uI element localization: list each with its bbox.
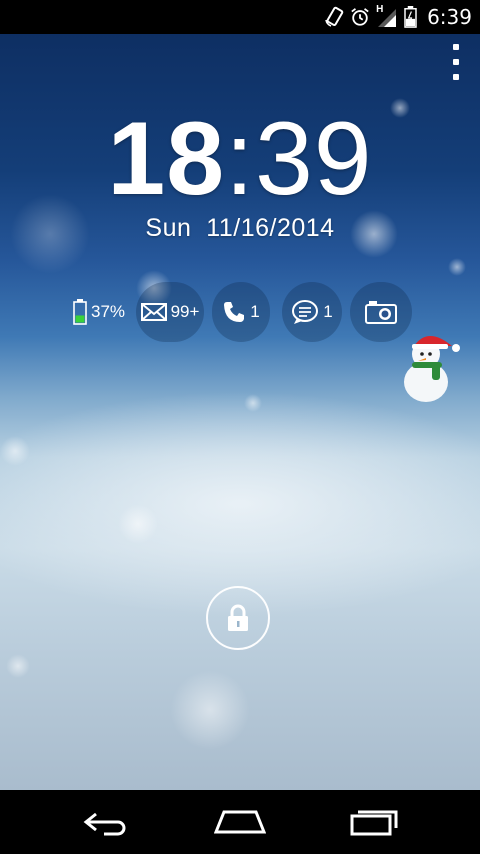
snowflake-bokeh <box>170 670 250 750</box>
battery-percent: 37% <box>90 302 126 321</box>
mail-shortcut[interactable]: 99+ <box>136 282 204 342</box>
unlock-button[interactable] <box>206 586 270 650</box>
clock-hours: 18 <box>107 101 226 217</box>
snowflake-bokeh <box>118 504 158 544</box>
battery-icon <box>404 6 417 28</box>
snowflake-bokeh <box>0 436 30 466</box>
clock-separator: : <box>225 101 255 217</box>
status-icons: H 6:39 <box>324 4 472 30</box>
recents-button[interactable] <box>338 800 410 844</box>
snowflake-bokeh <box>448 258 466 276</box>
recents-icon <box>350 810 398 836</box>
lockscreen-date: Sun 11/16/2014 <box>145 214 335 242</box>
snowflake-bokeh <box>6 654 30 678</box>
home-button[interactable] <box>204 800 276 844</box>
back-button[interactable] <box>70 800 142 844</box>
battery-icon <box>73 299 87 325</box>
camera-shortcut[interactable] <box>350 282 412 342</box>
call-count: 1 <box>250 302 260 321</box>
camera-icon <box>365 301 397 324</box>
navigation-bar <box>0 790 480 854</box>
status-time: 6:39 <box>427 5 472 29</box>
lockscreen-clock: 18:39 <box>0 104 480 214</box>
clock-minutes: 39 <box>254 101 373 217</box>
lock-icon <box>228 604 248 631</box>
notification-shortcuts: 37% 99+ 1 1 <box>0 282 480 342</box>
battery-shortcut: 37% <box>64 282 134 342</box>
message-icon <box>292 300 319 324</box>
back-icon <box>83 812 126 836</box>
mail-count: 99+ <box>170 302 200 321</box>
overflow-menu-icon[interactable] <box>446 44 466 80</box>
rotation-icon <box>325 6 344 27</box>
signal-icon: H <box>376 4 398 28</box>
mail-icon <box>140 303 167 321</box>
message-shortcut[interactable]: 1 <box>282 282 342 342</box>
snowflake-bokeh <box>244 394 262 412</box>
status-bar: H 6:39 <box>0 0 480 34</box>
home-icon <box>214 810 266 834</box>
phone-icon <box>224 302 245 322</box>
message-count: 1 <box>323 302 333 321</box>
call-shortcut[interactable]: 1 <box>212 282 270 342</box>
alarm-icon <box>351 8 369 26</box>
lockscreen-wallpaper[interactable]: 18:39 Sun 11/16/2014 37% 99+ 1 1 <box>0 34 480 790</box>
